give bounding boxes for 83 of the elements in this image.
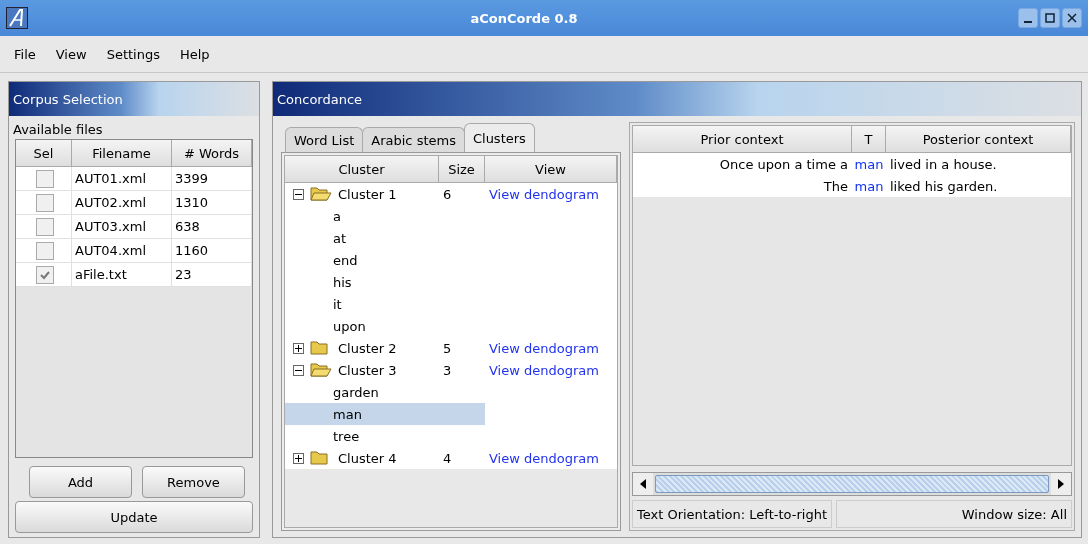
column-header[interactable]: Sel — [16, 140, 72, 167]
tree-cell: 5 — [443, 340, 452, 356]
column-header[interactable]: # Words — [172, 140, 252, 167]
open-folder-icon — [310, 186, 332, 202]
tab[interactable]: Word List — [285, 127, 364, 152]
menu-item[interactable]: View — [45, 46, 97, 62]
tree-item[interactable]: Cluster 2 — [338, 340, 397, 356]
column-header[interactable]: Size — [439, 156, 485, 183]
panel-title: Concordance — [273, 82, 1081, 116]
checkbox[interactable] — [36, 193, 54, 212]
status-text: Text Orientation: Left-to-right — [632, 500, 832, 528]
table-cell: liked his garden. — [890, 178, 998, 194]
section-label: Available files — [12, 121, 104, 139]
view-dendogram-link[interactable]: View dendogram — [489, 362, 599, 378]
table-cell: Once upon a time a — [719, 156, 848, 172]
table-cell: AUT04.xml — [72, 239, 172, 263]
tree-cell: 6 — [443, 186, 452, 202]
horizontal-scrollbar[interactable] — [632, 472, 1072, 496]
tree-item[interactable]: garden — [285, 381, 485, 403]
view-dendogram-link[interactable]: View dendogram — [489, 186, 599, 202]
expand-icon[interactable] — [293, 342, 304, 354]
open-folder-icon — [310, 362, 332, 378]
tree-item[interactable]: his — [285, 271, 485, 293]
update-button[interactable]: Update — [15, 501, 253, 533]
column-header[interactable]: Prior context — [633, 126, 852, 153]
left-arrow-icon[interactable] — [640, 479, 646, 489]
table-cell: 1310 — [172, 191, 252, 215]
table-cell: 1160 — [172, 239, 252, 263]
checkbox[interactable] — [36, 265, 54, 284]
tree-item[interactable]: upon — [285, 315, 485, 337]
right-arrow-icon[interactable] — [1058, 479, 1064, 489]
maximize-button[interactable] — [1040, 8, 1060, 28]
column-header[interactable]: Posterior context — [886, 126, 1071, 153]
tree-item[interactable]: it — [285, 293, 485, 315]
checkbox[interactable] — [36, 241, 54, 260]
view-dendogram-link[interactable]: View dendogram — [489, 450, 599, 466]
table-cell: aFile.txt — [72, 263, 172, 287]
minimize-button[interactable] — [1018, 8, 1038, 28]
table-cell: 23 — [172, 263, 252, 287]
collapse-icon[interactable] — [293, 364, 304, 376]
maximize-icon — [1045, 13, 1055, 23]
tree-item[interactable]: Cluster 1 — [338, 186, 397, 202]
table-cell: lived in a house. — [890, 156, 997, 172]
status-text: Window size: All — [836, 500, 1072, 528]
table-cell: AUT02.xml — [72, 191, 172, 215]
column-header[interactable]: T — [852, 126, 886, 153]
remove-button[interactable]: Remove — [142, 466, 245, 498]
add-button[interactable]: Add — [29, 466, 132, 498]
window-title: aConCorde 0.8 — [469, 10, 579, 26]
tab[interactable]: Clusters — [463, 123, 535, 152]
tree-item[interactable]: tree — [285, 425, 485, 447]
minimize-icon — [1024, 21, 1032, 23]
tab[interactable]: Arabic stems — [362, 127, 465, 152]
panel-title: Corpus Selection — [9, 82, 259, 116]
tree-item[interactable]: a — [285, 205, 485, 227]
column-header[interactable]: Filename — [72, 140, 172, 167]
tree-cell: 3 — [443, 362, 452, 378]
column-header[interactable]: View — [485, 156, 617, 183]
close-button[interactable] — [1062, 8, 1082, 28]
menu-item[interactable]: Help — [169, 46, 220, 62]
table-cell: AUT01.xml — [72, 167, 172, 191]
tree-item[interactable]: at — [285, 227, 485, 249]
column-header[interactable]: Cluster — [285, 156, 439, 183]
close-icon — [1067, 13, 1077, 23]
expand-icon[interactable] — [293, 452, 304, 464]
table-cell: 3399 — [172, 167, 252, 191]
app-logo-icon — [6, 7, 28, 29]
target-word: man — [854, 178, 884, 194]
target-word: man — [854, 156, 884, 172]
tree-item[interactable]: end — [285, 249, 485, 271]
menu-item[interactable]: File — [4, 46, 46, 62]
tree-cell: 4 — [443, 450, 452, 466]
menu-item[interactable]: Settings — [96, 46, 170, 62]
tree-item[interactable]: Cluster 3 — [338, 362, 397, 378]
checkbox[interactable] — [36, 217, 54, 236]
view-dendogram-link[interactable]: View dendogram — [489, 340, 599, 356]
table-cell: The — [823, 178, 848, 194]
table-cell: AUT03.xml — [72, 215, 172, 239]
table-cell: 638 — [172, 215, 252, 239]
checkbox[interactable] — [36, 169, 54, 188]
collapse-icon[interactable] — [293, 188, 304, 200]
tree-item[interactable]: Cluster 4 — [338, 450, 397, 466]
tree-item[interactable]: man — [285, 403, 485, 425]
